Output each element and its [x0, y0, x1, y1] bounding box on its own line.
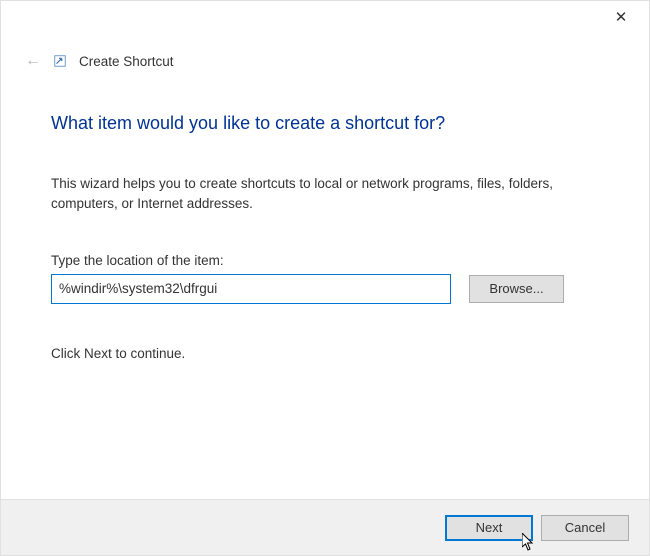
description-text: This wizard helps you to create shortcut… [51, 174, 599, 215]
wizard-header: ← Create Shortcut [1, 41, 649, 69]
titlebar: ✕ [1, 1, 649, 41]
browse-button[interactable]: Browse... [469, 275, 564, 303]
footer-bar: Next Cancel [1, 499, 649, 555]
continue-hint: Click Next to continue. [51, 346, 599, 361]
next-button[interactable]: Next [445, 515, 533, 541]
location-row: Browse... [51, 274, 599, 304]
shortcut-icon [53, 54, 67, 68]
content-area: What item would you like to create a sho… [1, 69, 649, 361]
cancel-button[interactable]: Cancel [541, 515, 629, 541]
page-heading: What item would you like to create a sho… [51, 113, 599, 134]
location-label: Type the location of the item: [51, 253, 599, 268]
wizard-title: Create Shortcut [79, 54, 174, 69]
location-input[interactable] [51, 274, 451, 304]
close-button[interactable]: ✕ [611, 9, 631, 29]
back-arrow-icon[interactable]: ← [25, 53, 41, 69]
